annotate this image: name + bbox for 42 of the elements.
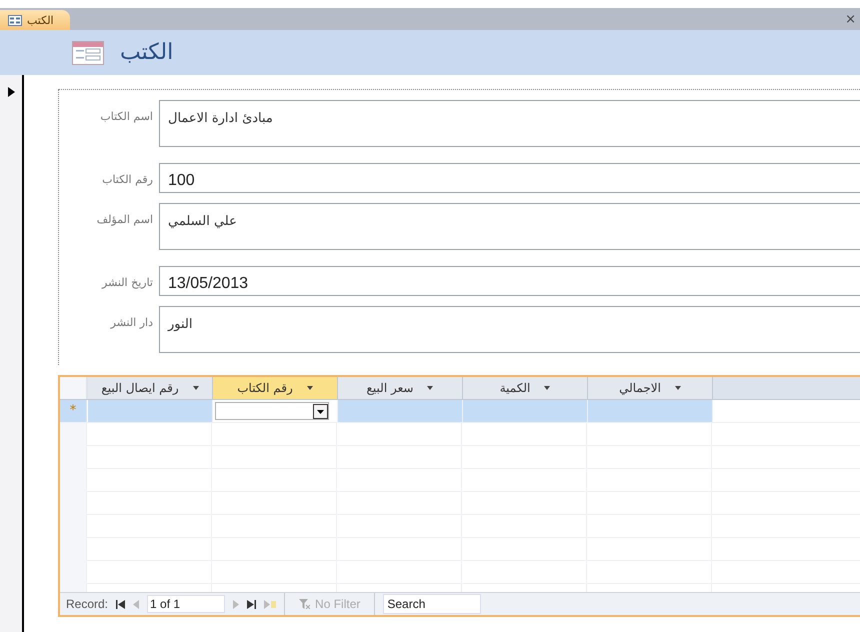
record-number-field[interactable]: 1 of 1: [147, 595, 226, 613]
new-row-cell[interactable]: [88, 400, 213, 422]
previous-record-icon[interactable]: [133, 600, 140, 608]
form-icon: [8, 14, 22, 26]
new-record-icon[interactable]: [264, 600, 276, 608]
form-icon: [72, 40, 104, 64]
field-label: تاريخ النشر: [100, 275, 154, 289]
search-field[interactable]: Search: [383, 594, 482, 614]
text-field[interactable]: 13/05/2013: [159, 266, 860, 296]
caret-icon: [427, 386, 434, 390]
form-title: الكتب: [120, 40, 174, 65]
first-record-icon[interactable]: [116, 600, 126, 608]
record-label: Record:: [66, 597, 108, 611]
field-label: دار النشر: [109, 315, 154, 329]
new-row-cell[interactable]: [338, 400, 463, 422]
column-header[interactable]: الاجمالي: [588, 377, 713, 399]
text-field[interactable]: النور: [159, 306, 860, 353]
combo-box[interactable]: [215, 402, 329, 420]
caret-icon: [192, 386, 199, 390]
column-header[interactable]: سعر البيع: [338, 377, 463, 399]
text-field[interactable]: 100: [159, 163, 860, 193]
column-header[interactable]: رقم الكتاب: [213, 377, 338, 399]
caret-icon: [306, 386, 313, 390]
field-label: رقم الكتاب: [101, 172, 154, 186]
column-header[interactable]: الكمية: [463, 377, 588, 399]
text-field[interactable]: مبادئ ادارة الاعمال: [159, 100, 860, 147]
close-button[interactable]: ×: [845, 12, 860, 26]
new-row-cell[interactable]: [588, 400, 713, 422]
new-row-cell[interactable]: [463, 400, 588, 422]
funnel-icon: [299, 599, 310, 609]
text-field[interactable]: علي السلمي: [159, 203, 860, 250]
field-label: اسم الكتاب: [99, 109, 154, 123]
next-record-icon[interactable]: [233, 600, 240, 608]
new-record-marker: *: [60, 400, 87, 422]
select-all-corner[interactable]: [60, 377, 87, 399]
caret-icon: [674, 386, 681, 390]
last-record-icon[interactable]: [247, 600, 256, 608]
current-record-icon: [8, 87, 14, 97]
form-tab[interactable]: الكتب: [0, 10, 70, 30]
caret-icon: [544, 386, 550, 390]
column-header[interactable]: رقم ايصال البيع: [88, 377, 213, 399]
field-label: اسم المؤلف: [96, 212, 154, 226]
